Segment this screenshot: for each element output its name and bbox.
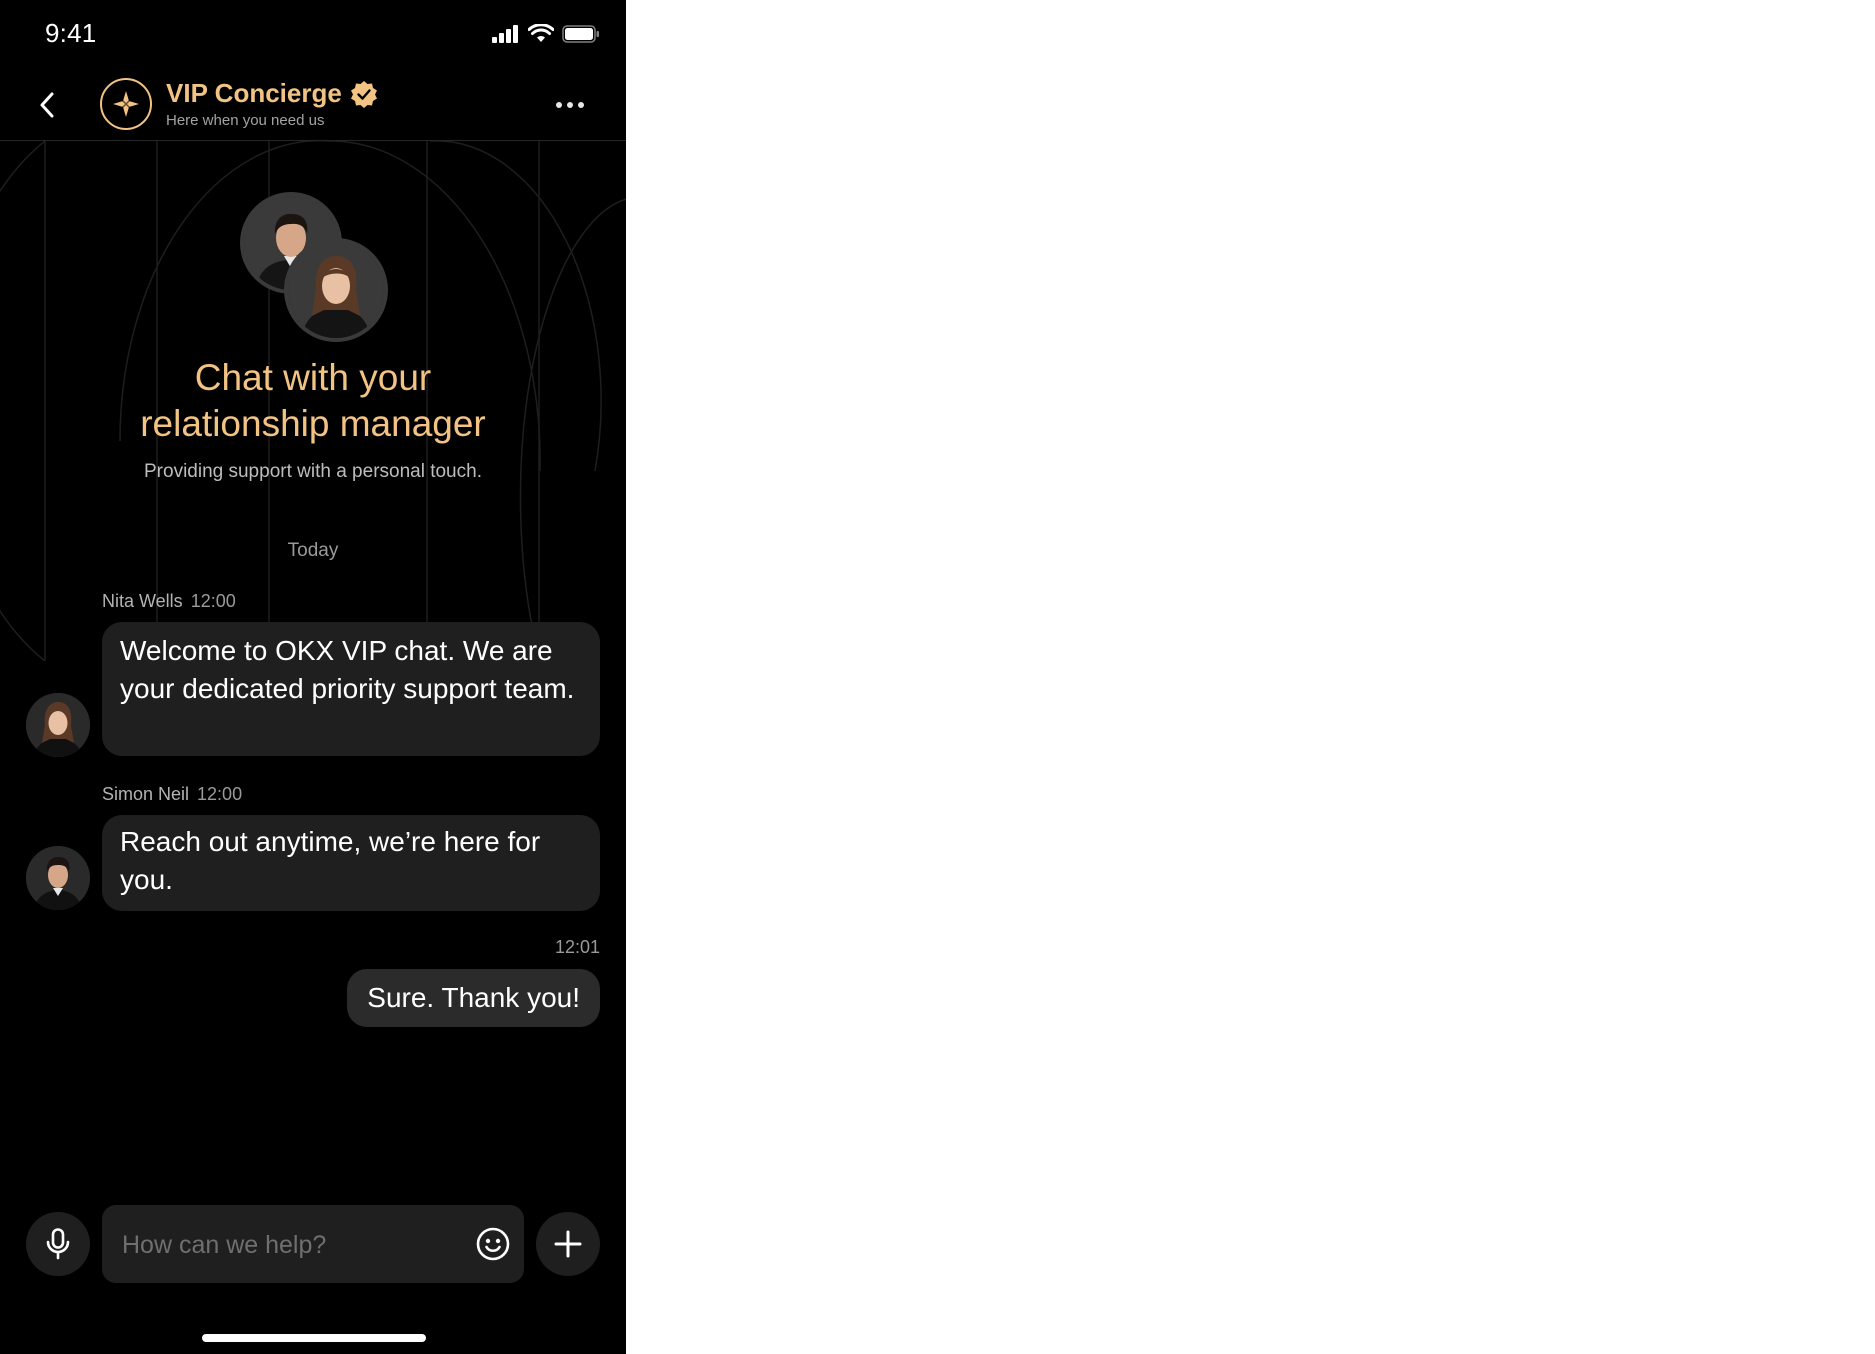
more-dot-icon xyxy=(556,102,562,108)
sender-name: Nita Wells xyxy=(102,591,183,611)
date-separator: Today xyxy=(287,540,339,561)
wifi-icon xyxy=(528,24,554,42)
incoming-message-bubble[interactable]: Reach out anytime, we’re here for you. xyxy=(102,815,600,911)
message-composer xyxy=(102,1205,524,1285)
verified-badge-icon xyxy=(350,80,377,108)
emoji-button[interactable] xyxy=(474,1225,512,1263)
message-text: Reach out anytime, we’re here for you. xyxy=(120,826,541,895)
message-time: 12:00 xyxy=(197,784,243,804)
header-subtitle: Here when you need us xyxy=(166,112,325,129)
message-meta: Simon Neil 12:00 xyxy=(102,784,242,805)
message-text: Welcome to OKX VIP chat. We are your ded… xyxy=(120,635,575,704)
vip-logo-icon xyxy=(100,78,152,130)
status-bar: 9:41 xyxy=(0,0,626,68)
add-attachment-button[interactable] xyxy=(536,1212,600,1276)
message-meta: Nita Wells 12:00 xyxy=(102,591,236,612)
chat-screen: 9:41 VIP Concierge Here when you need us… xyxy=(0,0,626,1354)
back-button[interactable] xyxy=(30,88,64,122)
hero-subtitle: Providing support with a personal touch. xyxy=(144,461,482,482)
voice-input-button[interactable] xyxy=(26,1212,90,1276)
avatar[interactable] xyxy=(26,693,90,757)
more-options-button[interactable] xyxy=(550,90,590,120)
sender-name: Simon Neil xyxy=(102,784,190,804)
message-text: Sure. Thank you! xyxy=(367,982,580,1013)
manager-avatars xyxy=(240,192,390,342)
hero-title-line-2: relationship manager xyxy=(140,403,486,444)
smiley-icon xyxy=(476,1227,510,1261)
outgoing-message-bubble[interactable]: Sure. Thank you! xyxy=(347,969,600,1027)
more-dot-icon xyxy=(578,102,584,108)
cellular-signal-icon xyxy=(492,24,518,43)
plus-icon xyxy=(554,1230,582,1258)
chat-header: VIP Concierge Here when you need us xyxy=(0,68,626,141)
more-dot-icon xyxy=(567,102,573,108)
avatar[interactable] xyxy=(26,846,90,910)
header-title: VIP Concierge xyxy=(166,78,342,108)
manager-avatar-nita xyxy=(284,238,388,342)
status-icons xyxy=(492,24,600,43)
status-time: 9:41 xyxy=(45,18,97,48)
message-time: 12:00 xyxy=(190,591,236,611)
incoming-message-bubble[interactable]: Welcome to OKX VIP chat. We are your ded… xyxy=(102,622,600,756)
microphone-icon xyxy=(46,1228,70,1260)
battery-icon xyxy=(562,24,599,43)
home-indicator[interactable] xyxy=(202,1334,426,1342)
hero-title-line-1: Chat with your xyxy=(194,357,432,398)
outgoing-message-time: 12:01 xyxy=(554,937,600,957)
chevron-left-icon xyxy=(40,92,54,118)
message-input[interactable] xyxy=(120,1205,464,1285)
hero-title: Chat with your relationship manager xyxy=(0,355,626,447)
header-title-row: VIP Concierge xyxy=(166,78,378,109)
